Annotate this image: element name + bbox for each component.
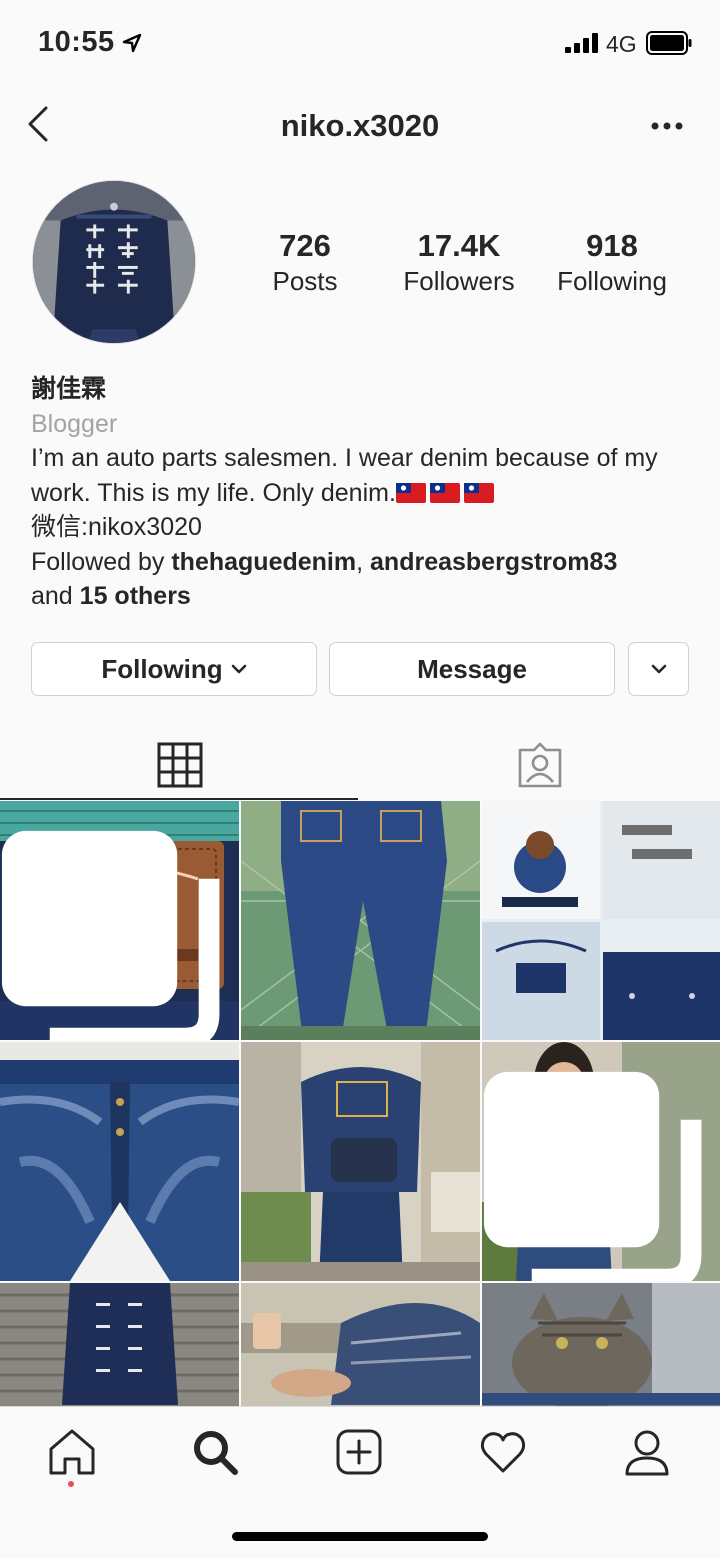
profile-icon[interactable] bbox=[622, 1427, 672, 1477]
following-count-value: 918 bbox=[586, 228, 638, 263]
following-count-label: Following bbox=[557, 266, 667, 296]
multiple-photos-icon bbox=[1, 830, 220, 1040]
home-icon[interactable] bbox=[47, 1427, 97, 1477]
message-button[interactable]: Message bbox=[329, 642, 615, 696]
status-time: 10:55 bbox=[38, 26, 115, 58]
profile-full-name: 謝佳霖 bbox=[31, 375, 107, 403]
activity-heart-icon[interactable] bbox=[478, 1427, 528, 1477]
profile-username-title: niko.x3020 bbox=[280, 108, 440, 143]
followed-by-others[interactable]: and 15 others bbox=[31, 579, 701, 614]
new-post-icon[interactable] bbox=[334, 1427, 384, 1477]
followed-by-user-andreasbergstrom83[interactable]: andreasbergstrom83 bbox=[370, 548, 617, 576]
post-thumbnail[interactable] bbox=[241, 1283, 480, 1406]
followed-by-and: and bbox=[31, 582, 80, 610]
following-button-label: Following bbox=[101, 653, 223, 684]
chevron-down-icon bbox=[651, 664, 666, 674]
followed-by-separator: , bbox=[356, 547, 371, 576]
post-thumbnail[interactable] bbox=[482, 1283, 720, 1406]
post-thumbnail[interactable] bbox=[241, 801, 480, 1040]
status-bar: 10:55 4G bbox=[0, 0, 720, 88]
location-arrow-icon bbox=[122, 33, 142, 53]
post-thumbnail[interactable] bbox=[482, 801, 720, 1040]
search-icon[interactable] bbox=[190, 1427, 240, 1477]
posts-count-value: 726 bbox=[279, 228, 331, 263]
following-count[interactable]: 918 Following bbox=[532, 228, 692, 298]
bio-description: I’m an auto parts salesmen. I wear denim… bbox=[31, 441, 701, 510]
tagged-icon bbox=[518, 742, 562, 788]
profile-category: Blogger bbox=[31, 409, 118, 438]
tab-grid[interactable] bbox=[0, 730, 360, 800]
message-button-label: Message bbox=[417, 653, 527, 684]
post-thumbnail[interactable] bbox=[241, 1042, 480, 1281]
followed-by[interactable]: Followed by thehaguedenim, andreasbergst… bbox=[31, 545, 701, 580]
taiwan-flag-icon bbox=[395, 482, 426, 503]
post-thumbnail[interactable] bbox=[0, 1042, 239, 1281]
more-options-icon[interactable] bbox=[650, 117, 684, 135]
followed-by-others-count[interactable]: 15 others bbox=[80, 582, 191, 610]
home-indicator-bar[interactable] bbox=[232, 1532, 488, 1541]
active-tab-indicator bbox=[0, 798, 358, 800]
post-thumbnail[interactable] bbox=[0, 801, 239, 1040]
cellular-signal-icon bbox=[565, 33, 598, 53]
followers-count-label: Followers bbox=[403, 266, 515, 296]
bio-description-text: I’m an auto parts salesmen. I wear denim… bbox=[31, 444, 658, 507]
followers-count-value: 17.4K bbox=[417, 228, 501, 263]
network-type: 4G bbox=[606, 31, 637, 57]
tab-tagged[interactable] bbox=[360, 730, 720, 800]
profile-avatar[interactable] bbox=[32, 180, 196, 344]
followers-count[interactable]: 17.4K Followers bbox=[379, 228, 539, 298]
bottom-navigation bbox=[0, 1406, 720, 1559]
posts-count[interactable]: 726 Posts bbox=[225, 228, 385, 298]
grid-icon bbox=[157, 742, 203, 788]
posts-count-label: Posts bbox=[272, 266, 338, 296]
bio-wechat: 微信:nikox3020 bbox=[31, 513, 202, 541]
taiwan-flag-icon bbox=[429, 482, 460, 503]
posts-grid bbox=[0, 801, 720, 1406]
post-thumbnail[interactable] bbox=[482, 1042, 720, 1281]
chevron-down-icon bbox=[231, 664, 246, 674]
following-button[interactable]: Following bbox=[31, 642, 317, 696]
followed-by-prefix: Followed by bbox=[31, 547, 172, 576]
multiple-photos-icon bbox=[483, 1071, 702, 1281]
followed-by-user-thehaguedenim[interactable]: thehaguedenim bbox=[171, 548, 356, 576]
notification-dot bbox=[68, 1481, 74, 1487]
post-thumbnail[interactable] bbox=[0, 1283, 239, 1406]
profile-bio: 謝佳霖 Blogger I’m an auto parts salesmen. … bbox=[31, 372, 701, 614]
suggested-accounts-button[interactable] bbox=[628, 642, 689, 696]
taiwan-flag-icon bbox=[463, 482, 494, 503]
battery-icon bbox=[646, 31, 692, 55]
